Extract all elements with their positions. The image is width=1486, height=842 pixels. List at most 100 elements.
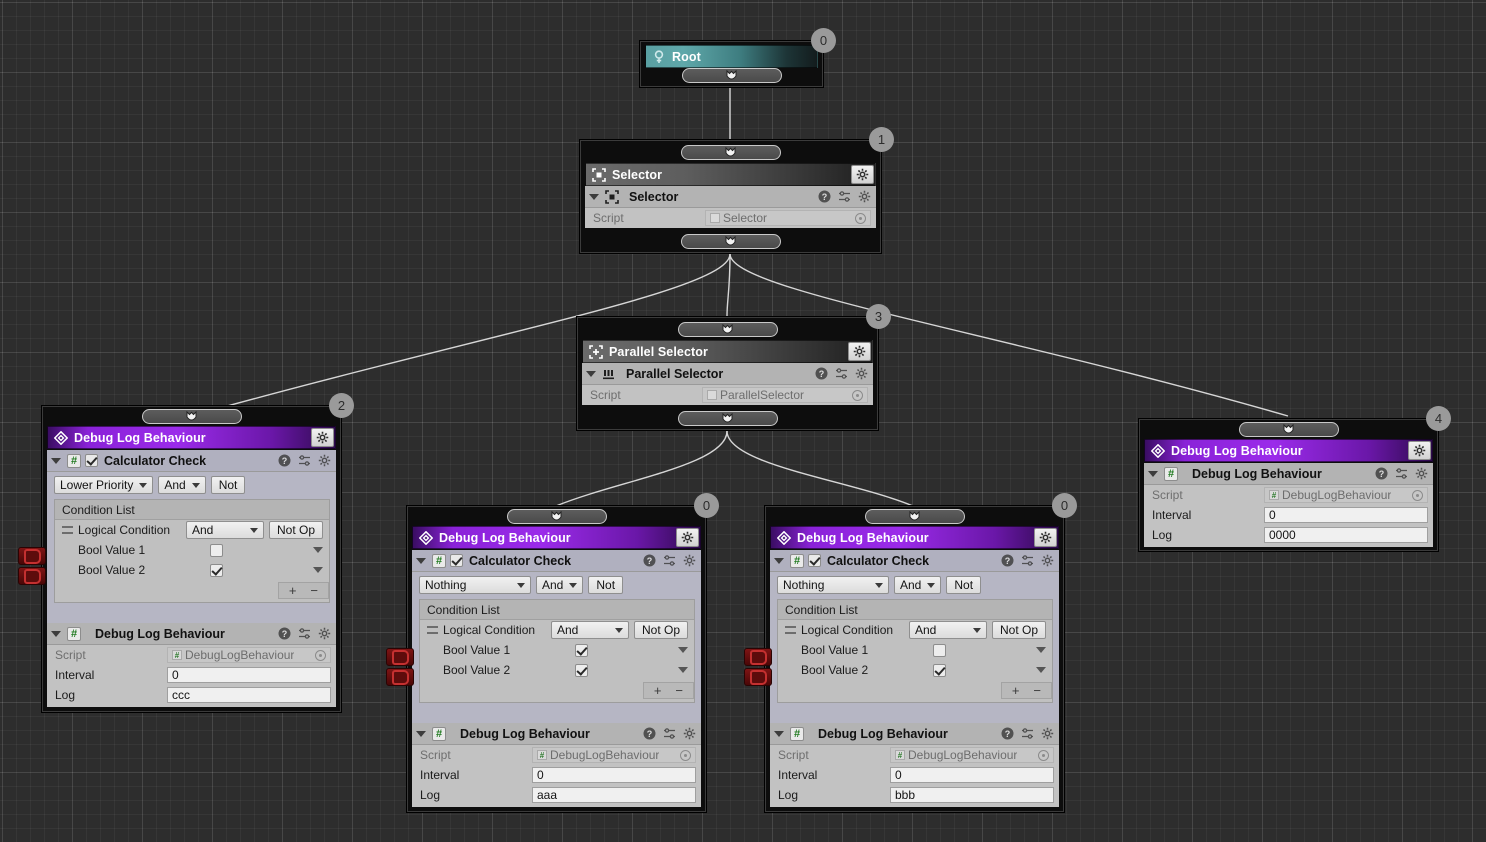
parent-connector[interactable]	[681, 145, 781, 160]
bool-value-1-checkbox[interactable]	[575, 644, 588, 657]
chevron-down-icon[interactable]	[416, 731, 426, 737]
component-header[interactable]: # Calculator Check ?	[770, 550, 1059, 572]
interval-input[interactable]: 0	[1264, 507, 1428, 523]
add-remove-buttons[interactable]: + −	[1001, 682, 1052, 699]
component-actions[interactable]: ?	[643, 554, 696, 567]
remove-element-icon[interactable]: −	[1033, 683, 1041, 698]
preset-icon[interactable]	[298, 627, 311, 640]
chevron-down-icon[interactable]	[774, 558, 784, 564]
not-op-button[interactable]: Not Op	[634, 621, 688, 639]
interval-input[interactable]: 0	[532, 767, 696, 783]
bool-value-1-checkbox[interactable]	[933, 644, 946, 657]
add-element-icon[interactable]: +	[289, 583, 297, 598]
preset-icon[interactable]	[1021, 727, 1034, 740]
script-field[interactable]: #DebugLogBehaviour	[167, 647, 331, 663]
add-element-icon[interactable]: +	[1012, 683, 1020, 698]
script-field[interactable]: #DebugLogBehaviour	[890, 747, 1054, 763]
settings-icon[interactable]	[1041, 554, 1054, 567]
condition-socket[interactable]	[386, 668, 414, 686]
preset-icon[interactable]	[1395, 467, 1408, 480]
bool-value-1-checkbox[interactable]	[210, 544, 223, 557]
component-actions[interactable]: ?	[1375, 467, 1428, 480]
node-header[interactable]: Debug Log Behaviour	[412, 526, 701, 549]
preset-icon[interactable]	[663, 554, 676, 567]
bool-value-2-row[interactable]: Bool Value 2	[778, 660, 1052, 680]
chevron-down-icon[interactable]	[586, 371, 596, 377]
component-header[interactable]: # Calculator Check ?	[47, 450, 336, 472]
priority-mode-dropdown[interactable]: Nothing	[777, 576, 889, 594]
log-input[interactable]: aaa	[532, 787, 696, 803]
parent-connector[interactable]	[142, 409, 242, 424]
bool-value-1-row[interactable]: Bool Value 1	[420, 640, 694, 660]
settings-icon[interactable]	[1415, 467, 1428, 480]
node-debug-log-aaa[interactable]: 0 Debug Log Behaviour # Calculator Check…	[406, 505, 707, 813]
node-header[interactable]: Root	[645, 45, 818, 68]
settings-icon[interactable]	[683, 727, 696, 740]
node-parallel-selector[interactable]: 3 Parallel Selector Parallel Selector ?	[576, 316, 879, 431]
operator-dropdown[interactable]: And	[158, 476, 205, 494]
gear-icon[interactable]	[311, 428, 334, 447]
node-header[interactable]: Debug Log Behaviour	[770, 526, 1059, 549]
component-header[interactable]: # Debug Log Behaviour ?	[1144, 463, 1433, 485]
component-actions[interactable]: ?	[815, 367, 868, 380]
node-header[interactable]: Parallel Selector	[582, 340, 873, 363]
component-actions[interactable]: ?	[643, 727, 696, 740]
child-connector[interactable]	[682, 68, 782, 83]
chevron-down-icon[interactable]	[416, 558, 426, 564]
help-icon[interactable]: ?	[643, 554, 656, 567]
log-input[interactable]: ccc	[167, 687, 331, 703]
node-debug-log-bbb[interactable]: 0 Debug Log Behaviour # Calculator Check…	[764, 505, 1065, 813]
condition-socket[interactable]	[18, 567, 46, 585]
component-actions[interactable]: ?	[1001, 554, 1054, 567]
script-field[interactable]: #DebugLogBehaviour	[532, 747, 696, 763]
chevron-down-icon[interactable]	[589, 194, 599, 200]
not-button[interactable]: Not	[211, 476, 246, 494]
not-button[interactable]: Not	[588, 576, 623, 594]
chevron-down-icon[interactable]	[774, 731, 784, 737]
help-icon[interactable]: ?	[1001, 727, 1014, 740]
node-root[interactable]: 0 Root	[639, 40, 824, 88]
condition-socket[interactable]	[744, 648, 772, 666]
help-icon[interactable]: ?	[278, 454, 291, 467]
condition-socket[interactable]	[744, 668, 772, 686]
interval-input[interactable]: 0	[167, 667, 331, 683]
parent-connector[interactable]	[1239, 422, 1339, 437]
component-header[interactable]: Selector ?	[585, 186, 876, 208]
parent-connector[interactable]	[507, 509, 607, 524]
help-icon[interactable]: ?	[818, 190, 831, 203]
chevron-down-icon[interactable]	[1036, 647, 1046, 653]
script-field[interactable]: ParallelSelector	[702, 387, 868, 403]
preset-icon[interactable]	[663, 727, 676, 740]
component-header[interactable]: # Calculator Check ?	[412, 550, 701, 572]
child-connector[interactable]	[681, 234, 781, 249]
not-button[interactable]: Not	[946, 576, 981, 594]
help-icon[interactable]: ?	[278, 627, 291, 640]
object-picker-icon[interactable]	[680, 750, 691, 761]
reorder-handle-icon[interactable]	[785, 626, 796, 634]
add-remove-buttons[interactable]: + −	[278, 582, 329, 599]
help-icon[interactable]: ?	[815, 367, 828, 380]
object-picker-icon[interactable]	[855, 213, 866, 224]
reorder-handle-icon[interactable]	[62, 526, 73, 534]
component-enabled-checkbox[interactable]	[85, 454, 98, 467]
help-icon[interactable]: ?	[1001, 554, 1014, 567]
condition-operator-dropdown[interactable]: And	[909, 621, 987, 639]
add-element-icon[interactable]: +	[654, 683, 662, 698]
log-input[interactable]: 0000	[1264, 527, 1428, 543]
node-selector[interactable]: 1 Selector Selector ? Script	[579, 139, 882, 254]
gear-icon[interactable]	[1408, 441, 1431, 460]
gear-icon[interactable]	[676, 528, 699, 547]
node-header[interactable]: Debug Log Behaviour	[1144, 439, 1433, 462]
preset-icon[interactable]	[835, 367, 848, 380]
node-header[interactable]: Debug Log Behaviour	[47, 426, 336, 449]
settings-icon[interactable]	[318, 454, 331, 467]
add-remove-buttons[interactable]: + −	[643, 682, 694, 699]
gear-icon[interactable]	[1034, 528, 1057, 547]
reorder-handle-icon[interactable]	[427, 626, 438, 634]
chevron-down-icon[interactable]	[678, 667, 688, 673]
component-header[interactable]: Parallel Selector ?	[582, 363, 873, 385]
child-connector[interactable]	[678, 411, 778, 426]
gear-icon[interactable]	[851, 165, 874, 184]
component-actions[interactable]: ?	[1001, 727, 1054, 740]
chevron-down-icon[interactable]	[1148, 471, 1158, 477]
